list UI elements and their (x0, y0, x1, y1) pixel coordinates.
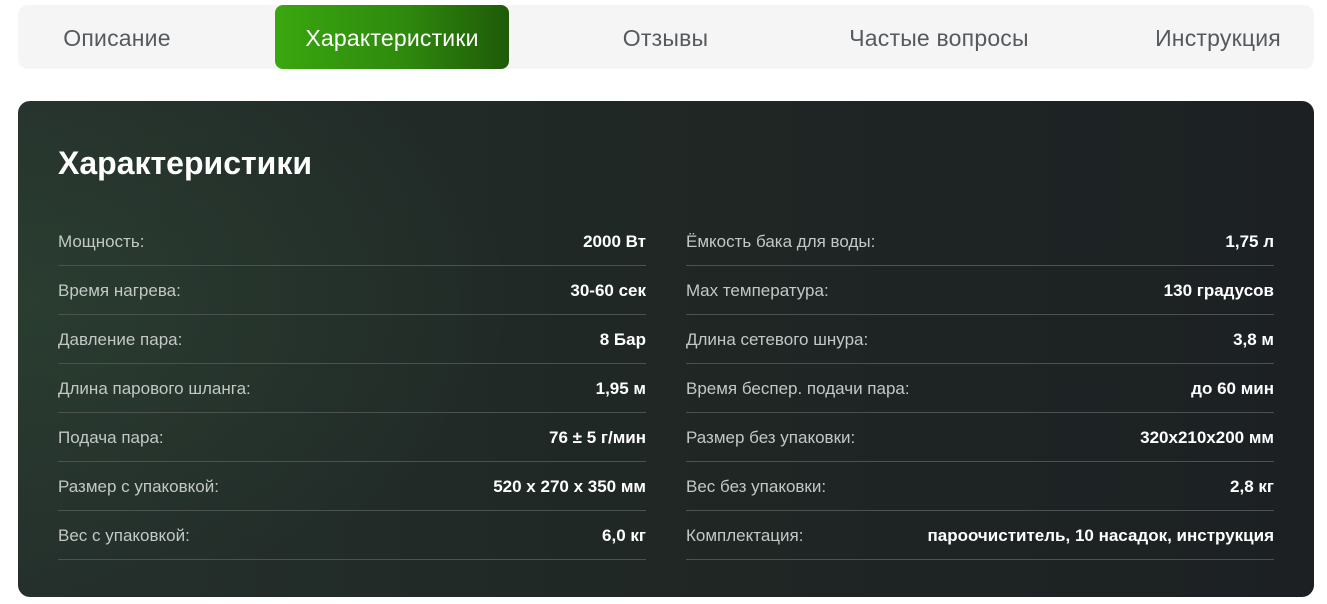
spec-label: Время нагрева: (58, 281, 181, 300)
spec-value: 76 ± 5 г/мин (549, 428, 646, 447)
spec-row-steam-pressure: Давление пара: 8 Бар (58, 315, 646, 364)
spec-row-cord-length: Длина сетевого шнура: 3,8 м (686, 315, 1274, 364)
spec-value: 8 Бар (599, 330, 646, 349)
spec-label: Вес с упаковкой: (58, 526, 190, 545)
spec-label: Max температура: (686, 281, 829, 300)
spec-label: Длина парового шланга: (58, 379, 251, 398)
spec-row-max-temperature: Max температура: 130 градусов (686, 266, 1274, 315)
spec-label: Мощность: (58, 232, 145, 251)
spec-label: Ёмкость бака для воды: (686, 232, 876, 251)
tab-reviews[interactable]: Отзывы (578, 5, 753, 69)
spec-row-packed-weight: Вес с упаковкой: 6,0 кг (58, 511, 646, 560)
spec-row-heat-time: Время нагрева: 30-60 сек (58, 266, 646, 315)
spec-label: Длина сетевого шнура: (686, 330, 869, 349)
spec-value: 2000 Вт (583, 232, 646, 251)
spec-row-power: Мощность: 2000 Вт (58, 217, 646, 266)
spec-row-unpacked-weight: Вес без упаковки: 2,8 кг (686, 462, 1274, 511)
spec-row-steam-output: Подача пара: 76 ± 5 г/мин (58, 413, 646, 462)
spec-value: 2,8 кг (1230, 477, 1274, 496)
spec-value: 3,8 м (1233, 330, 1274, 349)
tab-description[interactable]: Описание (18, 5, 216, 69)
spec-row-tank-capacity: Ёмкость бака для воды: 1,75 л (686, 217, 1274, 266)
spec-label: Комплектация: (686, 526, 804, 545)
tab-specifications[interactable]: Характеристики (275, 5, 509, 69)
panel-title: Характеристики (58, 145, 313, 181)
spec-value: 30-60 сек (570, 281, 646, 300)
spec-row-continuous-steam: Время беспер. подачи пара: до 60 мин (686, 364, 1274, 413)
spec-row-hose-length: Длина парового шланга: 1,95 м (58, 364, 646, 413)
spec-value: 1,75 л (1225, 232, 1274, 251)
spec-row-package-contents: Комплектация: пароочиститель, 10 насадок… (686, 511, 1274, 560)
spec-label: Размер с упаковкой: (58, 477, 219, 496)
spec-label: Подача пара: (58, 428, 164, 447)
tab-instructions[interactable]: Инструкция (1128, 5, 1308, 69)
spec-label: Время беспер. подачи пара: (686, 379, 910, 398)
spec-value: до 60 мин (1191, 379, 1274, 398)
spec-value: 130 градусов (1163, 281, 1274, 300)
spec-value: пароочиститель, 10 насадок, инструкция (927, 526, 1274, 545)
spec-value: 320x210x200 мм (1140, 428, 1274, 447)
spec-label: Давление пара: (58, 330, 183, 349)
spec-value: 1,95 м (595, 379, 646, 398)
spec-label: Вес без упаковки: (686, 477, 827, 496)
specs-column-left: Мощность: 2000 Вт Время нагрева: 30-60 с… (58, 217, 646, 560)
spec-row-unpacked-size: Размер без упаковки: 320x210x200 мм (686, 413, 1274, 462)
tab-faq[interactable]: Частые вопросы (828, 5, 1050, 69)
spec-label: Размер без упаковки: (686, 428, 856, 447)
spec-row-packed-size: Размер с упаковкой: 520 x 270 x 350 мм (58, 462, 646, 511)
specs-column-right: Ёмкость бака для воды: 1,75 л Max темпер… (686, 217, 1274, 560)
spec-value: 6,0 кг (602, 526, 646, 545)
spec-value: 520 x 270 x 350 мм (493, 477, 646, 496)
tab-bar: Описание Характеристики Отзывы Частые во… (18, 5, 1314, 69)
specifications-panel: Характеристики Мощность: 2000 Вт Время н… (18, 101, 1314, 597)
